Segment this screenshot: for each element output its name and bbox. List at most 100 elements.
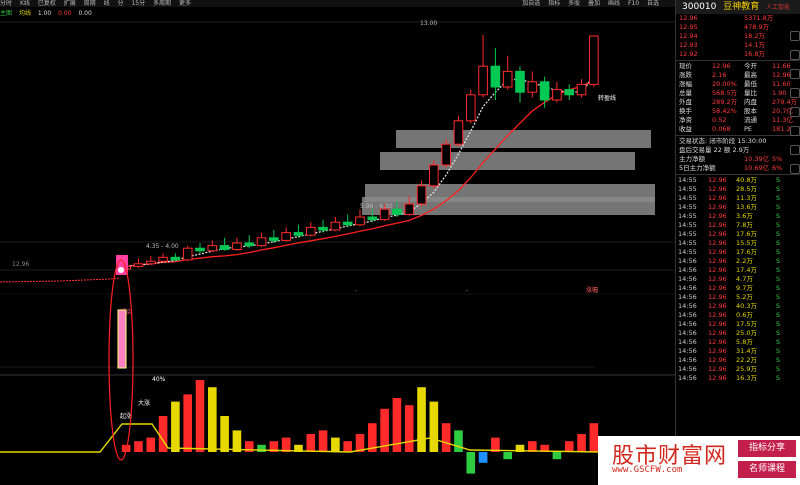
stat-row-cell: 20.00%	[712, 80, 737, 88]
trade-row-cell: 14:56	[678, 293, 697, 301]
candle-body	[404, 203, 415, 215]
volume-label: 大涨	[138, 399, 150, 407]
watermark-url: www.GSCFW.com	[612, 465, 683, 475]
trade-row: 14:56 12.96 5.8万 S	[676, 338, 800, 347]
trade-row-cell: S	[776, 302, 781, 310]
candle-body	[256, 237, 267, 247]
flow-row-cell: 10.39亿	[744, 155, 770, 163]
volume-bar	[564, 441, 574, 452]
quote-row-cell: 18.2万	[744, 32, 765, 40]
trade-row-cell: 22.2万	[736, 356, 757, 364]
trade-row-cell: 12.96	[708, 185, 727, 193]
side-toolbar	[789, 22, 800, 352]
quote-row: 12.94 18.2万	[676, 32, 800, 41]
trade-row-cell: 12.96	[708, 176, 727, 184]
axis-label: 12.96	[12, 261, 29, 268]
trade-row-cell: 12.96	[708, 284, 727, 292]
trade-row: 14:56 12.96 4.7万 S	[676, 275, 800, 284]
stat-row-cell: 11.60	[772, 80, 791, 88]
candle-body	[515, 70, 525, 93]
trade-row-cell: 25.9万	[736, 365, 757, 373]
trade-row-cell: S	[776, 311, 781, 319]
tool-icon[interactable]	[790, 145, 800, 155]
trade-row-cell: 14:56	[678, 329, 697, 337]
trade-row-cell: 14:56	[678, 257, 697, 265]
trade-row-cell: S	[776, 176, 781, 184]
trade-row-cell: 14:56	[678, 266, 697, 274]
trade-row-cell: S	[776, 203, 781, 211]
volume-bar	[404, 405, 414, 452]
trade-row: 14:56 12.96 25.0万 S	[676, 329, 800, 338]
tool-icon[interactable]	[790, 69, 800, 79]
tool-icon[interactable]	[790, 107, 800, 117]
trade-row-cell: 14:55	[678, 176, 697, 184]
trade-row-cell: S	[776, 185, 781, 193]
stat-row-cell: PE	[744, 125, 753, 133]
trade-row-cell: S	[776, 293, 781, 301]
stat-row: 涨跌 2.16 最高 12.96	[676, 71, 800, 80]
volume-bar	[441, 423, 451, 452]
volume-bar	[146, 437, 156, 452]
candle-body	[453, 120, 464, 145]
marker-label: 涨幅	[586, 286, 598, 294]
tool-icon[interactable]	[790, 88, 800, 98]
trade-row: 14:55 12.96 13.6万 S	[676, 203, 800, 212]
flow-row-cell: 10.69亿	[744, 164, 770, 172]
volume-bar	[503, 452, 512, 460]
price-top-label: 13.00	[420, 20, 437, 27]
watermark-banner: 股市财富网 www.GSCFW.com 指标分享 名师课程	[598, 436, 800, 485]
after-hours-status: 盘后交易量 22 额 2.9万	[676, 146, 800, 155]
trade-row-cell: 12.96	[708, 365, 727, 373]
trade-row: 14:56 12.96 5.2万 S	[676, 293, 800, 302]
volume-bar	[134, 441, 143, 452]
stat-row-cell: 2.16	[712, 71, 727, 79]
stock-tag[interactable]: 人工智能	[766, 4, 790, 11]
volume-bar	[331, 437, 340, 452]
trade-row: 14:55 12.96 15.5万 S	[676, 239, 800, 248]
trade-row: 14:56 12.96 17.4万 S	[676, 266, 800, 275]
stat-row-cell: 今开	[744, 62, 757, 70]
trade-row-cell: S	[776, 356, 781, 364]
trade-row-cell: 9.7万	[736, 284, 753, 292]
kline-chart[interactable]: 13.004.35 - 4.005.90 - 6.50转盈线12.96--涨幅超…	[0, 0, 675, 485]
trade-row-cell: S	[776, 284, 781, 292]
quote-row: 12.93 14.1万	[676, 41, 800, 50]
trade-row-cell: 14:55	[678, 185, 697, 193]
candle-body	[232, 242, 242, 250]
trade-row-cell: 12.96	[708, 203, 727, 211]
volume-bar	[306, 434, 316, 452]
stat-row-cell: 0.52	[712, 116, 727, 124]
trade-row-cell: 12.96	[708, 275, 727, 283]
trade-row-cell: 17.4万	[736, 266, 757, 274]
stat-row-cell: 12.96	[772, 71, 791, 79]
trade-row-cell: 0.6万	[736, 311, 753, 319]
range-label: 4.35 - 4.00	[146, 243, 179, 250]
tool-icon[interactable]	[790, 31, 800, 41]
trade-row: 14:56 12.96 17.5万 S	[676, 320, 800, 329]
stat-row-cell: 涨跌	[679, 71, 692, 79]
tool-icon[interactable]	[790, 126, 800, 136]
trade-row-cell: 15.5万	[736, 239, 757, 247]
quote-panel: 300010 豆神教育 人工智能 12.96 5371.8万 12.95 478.9万…	[675, 0, 800, 485]
marker-label: -	[466, 287, 468, 294]
candle-body	[158, 256, 168, 262]
trade-row: 14:56 12.96 40.3万 S	[676, 302, 800, 311]
trade-row-cell: 12.96	[708, 302, 727, 310]
badge-courses[interactable]: 名师课程	[738, 461, 796, 478]
candle-body	[465, 94, 476, 122]
trade-row-cell: 5.8万	[736, 338, 753, 346]
trade-row-cell: 14:55	[678, 212, 697, 220]
stock-name: 豆神教育	[723, 2, 760, 12]
stat-row: 净资 0.52 流通 11.3亿	[676, 116, 800, 125]
stat-row-cell: 外盘	[679, 98, 692, 106]
candle-body	[195, 247, 205, 252]
stat-row-cell: 181.2	[772, 125, 791, 133]
badge-indicator-share[interactable]: 指标分享	[738, 440, 796, 457]
tool-icon[interactable]	[790, 50, 800, 60]
quote-row: 12.92 16.8万	[676, 50, 800, 59]
trade-row-cell: 14:55	[678, 239, 697, 247]
trade-row-cell: 14:55	[678, 203, 697, 211]
trade-row: 14:55 12.96 7.8万 S	[676, 221, 800, 230]
trade-row-cell: S	[776, 257, 781, 265]
tool-icon[interactable]	[790, 164, 800, 174]
